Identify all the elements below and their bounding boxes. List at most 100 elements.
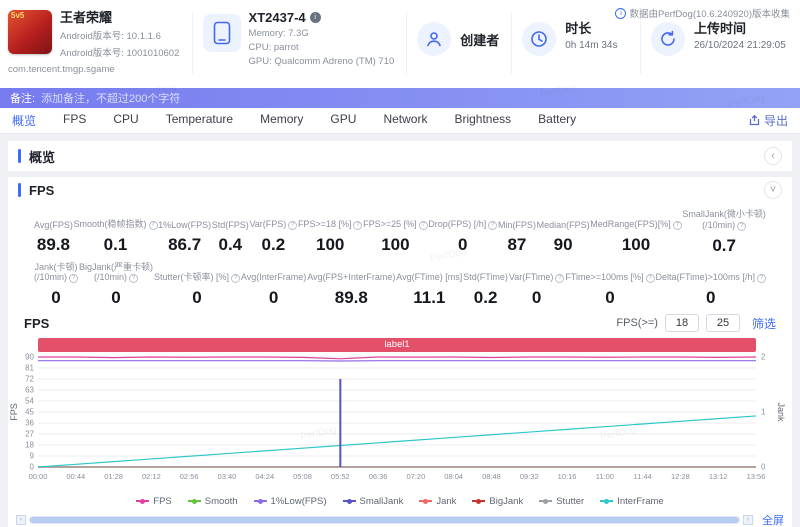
info-icon[interactable]: ? xyxy=(148,221,158,230)
collapse-overview-button[interactable]: ‹ xyxy=(764,147,782,165)
svg-text:FPS: FPS xyxy=(9,403,19,421)
tab-bar: 概览 FPS CPU Temperature Memory GPU Network Brigh… xyxy=(0,108,800,134)
tab-Network[interactable]: Network xyxy=(383,112,427,129)
device-gpu: GPU: Qualcomm Adreno (TM) 710 xyxy=(248,56,395,67)
legend-item-BigJank[interactable]: BigJank xyxy=(472,496,523,507)
device-summary: XT2437-4 i Memory: 7.3G CPU: parrot GPU:… xyxy=(202,10,397,67)
fullscreen-button[interactable]: 全屏 xyxy=(762,512,784,527)
legend-label: InterFrame xyxy=(617,495,664,507)
collector-note: i 数据由PerfDog(10.6.240920)版本收集 xyxy=(615,6,790,20)
legend-marker xyxy=(342,498,356,504)
legend-label: Stutter xyxy=(556,495,585,507)
legend-marker xyxy=(600,498,614,504)
metric: Min(FPS) 87 xyxy=(497,219,536,255)
metric-value: 0 xyxy=(268,287,279,307)
note-label: 备注: xyxy=(10,93,36,105)
tab-Memory[interactable]: Memory xyxy=(260,112,303,129)
legend-item-1%Low(FPS)[interactable]: 1%Low(FPS) xyxy=(253,496,327,507)
scroll-handle[interactable] xyxy=(30,517,739,523)
svg-text:11:44: 11:44 xyxy=(634,472,652,481)
note-bar[interactable]: 备注: 添加备注，不超过200个字符 xyxy=(0,88,800,108)
filter-button[interactable]: 筛选 xyxy=(752,315,776,332)
tab-概览[interactable]: 概览 xyxy=(12,112,36,129)
tab-FPS[interactable]: FPS xyxy=(63,112,86,129)
info-icon[interactable]: ? xyxy=(488,221,498,230)
svg-text:08:04: 08:04 xyxy=(444,472,463,481)
svg-text:36: 36 xyxy=(25,419,34,428)
chart-label-bar[interactable]: label1 xyxy=(38,338,756,352)
svg-text:72: 72 xyxy=(25,375,34,384)
device-info-icon[interactable]: i xyxy=(309,12,321,23)
legend-item-Smooth[interactable]: Smooth xyxy=(187,496,238,507)
info-icon[interactable]: ? xyxy=(128,274,138,283)
legend-marker xyxy=(539,498,553,504)
tab-Brightness[interactable]: Brightness xyxy=(454,112,511,129)
legend-item-Jank[interactable]: Jank xyxy=(419,496,456,507)
legend-item-Stutter[interactable]: Stutter xyxy=(539,496,584,507)
legend-item-InterFrame[interactable]: InterFrame xyxy=(600,495,664,507)
svg-text:54: 54 xyxy=(25,397,34,406)
fps-chart[interactable]: 9081726354453627189021000:00 00:44 01:28 02… xyxy=(8,352,792,488)
metric-value: 0.7 xyxy=(712,235,736,255)
header-divider xyxy=(191,12,193,74)
export-button[interactable]: 导出 xyxy=(749,112,788,129)
info-icon[interactable]: ? xyxy=(230,273,240,283)
upload-time-value: 26/10/2024 21:29:05 xyxy=(694,40,786,51)
fps-metrics-row-2: Jank(卡顿) (/10min)? 0 BigJank(严重卡顿) (/10min)?… xyxy=(8,262,792,309)
metric-value: 100 xyxy=(316,235,345,254)
info-icon[interactable]: ? xyxy=(555,273,565,283)
metric: Median(FPS) 90 xyxy=(536,219,590,255)
device-model: XT2437-4 xyxy=(248,10,306,25)
metric-value: 0.1 xyxy=(103,235,128,254)
info-icon[interactable]: ? xyxy=(756,273,766,283)
metric: Drop(FPS) [/h]? 0 xyxy=(428,209,498,256)
tab-Temperature[interactable]: Temperature xyxy=(166,112,233,129)
svg-text:0: 0 xyxy=(30,463,35,472)
svg-text:01:28: 01:28 xyxy=(104,472,123,481)
info-icon[interactable]: ? xyxy=(353,221,363,230)
collapse-fps-button[interactable]: ˅ xyxy=(764,181,782,199)
fps-filter-max-input[interactable] xyxy=(705,314,740,332)
note-placeholder: 添加备注，不超过200个字符 xyxy=(41,93,181,105)
metric-value: 89.8 xyxy=(36,235,70,254)
legend-label: FPS xyxy=(153,495,172,507)
svg-text:0: 0 xyxy=(761,463,766,472)
tab-Battery[interactable]: Battery xyxy=(538,112,576,129)
metric: FPS>=25 [%]? 100 xyxy=(363,209,428,256)
legend-marker xyxy=(472,498,486,504)
session-header: 5v5 王者荣耀 Android版本号: 10.1.1.6 Android版本号… xyxy=(0,0,800,88)
metric-value: 0.4 xyxy=(218,235,243,254)
legend-item-SmallJank[interactable]: SmallJank xyxy=(342,496,403,507)
metric: Avg(FPS+InterFrame) 89.8 xyxy=(307,272,396,307)
info-icon[interactable]: ? xyxy=(645,273,655,283)
clock-icon xyxy=(522,22,557,56)
game-summary: 5v5 王者荣耀 Android版本号: 10.1.1.6 Android版本号… xyxy=(8,10,182,75)
metric: 1%Low(FPS) 86.7 xyxy=(158,219,212,255)
tab-GPU[interactable]: GPU xyxy=(330,112,356,129)
scroll-right-button[interactable]: › xyxy=(743,515,753,525)
duration-block: 时长 0h 14m 34s xyxy=(522,22,630,56)
svg-text:05:08: 05:08 xyxy=(293,472,312,481)
metric-value: 0.2 xyxy=(261,235,286,254)
fps-filter-label: FPS(>=) xyxy=(616,317,658,329)
metric: Stutter(卡顿率) [%]? 0 xyxy=(154,262,240,309)
legend-label: BigJank xyxy=(489,495,524,507)
scroll-left-button[interactable]: ‹ xyxy=(16,515,26,525)
info-icon[interactable]: ? xyxy=(672,221,682,230)
info-icon[interactable]: ? xyxy=(418,221,428,230)
legend-item-FPS[interactable]: FPS xyxy=(136,495,172,507)
info-icon[interactable]: ? xyxy=(69,274,79,283)
info-icon[interactable]: ? xyxy=(737,221,747,231)
header-divider xyxy=(640,12,641,74)
scroll-track[interactable] xyxy=(29,516,740,524)
svg-text:2: 2 xyxy=(761,353,766,362)
fps-filter-min-input[interactable] xyxy=(664,314,699,332)
metric-value: 0 xyxy=(111,288,121,307)
creator-label: 创建者 xyxy=(460,32,500,48)
info-icon[interactable]: ? xyxy=(288,221,298,230)
metric-value: 89.8 xyxy=(334,287,368,307)
device-cpu: CPU: parrot xyxy=(248,42,299,53)
tab-CPU[interactable]: CPU xyxy=(113,112,138,129)
person-icon xyxy=(417,22,452,56)
metric-value: 87 xyxy=(507,235,527,254)
